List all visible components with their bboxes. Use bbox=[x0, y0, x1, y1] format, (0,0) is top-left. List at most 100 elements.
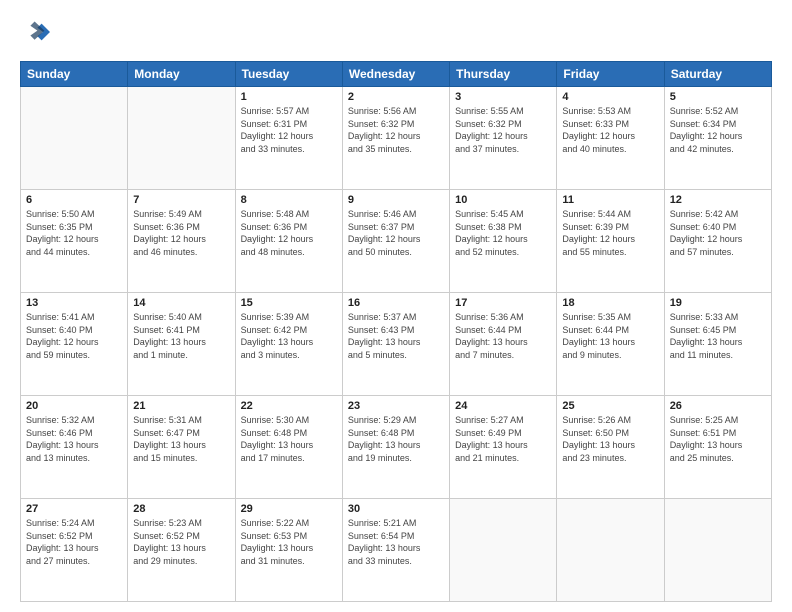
day-info: Sunrise: 5:27 AM Sunset: 6:49 PM Dayligh… bbox=[455, 414, 551, 464]
day-number: 3 bbox=[455, 91, 551, 103]
day-info: Sunrise: 5:37 AM Sunset: 6:43 PM Dayligh… bbox=[348, 311, 444, 361]
calendar-cell: 18 Sunrise: 5:35 AM Sunset: 6:44 PM Dayli… bbox=[557, 293, 664, 396]
day-info: Sunrise: 5:55 AM Sunset: 6:32 PM Dayligh… bbox=[455, 105, 551, 155]
day-number: 29 bbox=[241, 503, 337, 515]
calendar-cell: 3 Sunrise: 5:55 AM Sunset: 6:32 PM Daylig… bbox=[450, 87, 557, 190]
calendar-cell: 1 Sunrise: 5:57 AM Sunset: 6:31 PM Daylig… bbox=[235, 87, 342, 190]
day-info: Sunrise: 5:52 AM Sunset: 6:34 PM Dayligh… bbox=[670, 105, 766, 155]
day-number: 10 bbox=[455, 194, 551, 206]
day-number: 2 bbox=[348, 91, 444, 103]
day-info: Sunrise: 5:57 AM Sunset: 6:31 PM Dayligh… bbox=[241, 105, 337, 155]
day-number: 9 bbox=[348, 194, 444, 206]
calendar-cell: 11 Sunrise: 5:44 AM Sunset: 6:39 PM Dayli… bbox=[557, 190, 664, 293]
day-number: 27 bbox=[26, 503, 122, 515]
calendar-cell: 14Sunrise: 5:40 AM Sunset: 6:41 PM Dayli… bbox=[128, 293, 235, 396]
day-info: Sunrise: 5:44 AM Sunset: 6:39 PM Dayligh… bbox=[562, 208, 658, 258]
calendar-cell: 15Sunrise: 5:39 AM Sunset: 6:42 PM Dayli… bbox=[235, 293, 342, 396]
calendar-cell: 23 Sunrise: 5:29 AM Sunset: 6:48 PM Dayli… bbox=[342, 396, 449, 499]
calendar-cell: 26 Sunrise: 5:25 AM Sunset: 6:51 PM Dayli… bbox=[664, 396, 771, 499]
day-info: Sunrise: 5:48 AM Sunset: 6:36 PM Dayligh… bbox=[241, 208, 337, 258]
day-info: Sunrise: 5:25 AM Sunset: 6:51 PM Dayligh… bbox=[670, 414, 766, 464]
calendar-cell: 21 Sunrise: 5:31 AM Sunset: 6:47 PM Dayli… bbox=[128, 396, 235, 499]
day-info: Sunrise: 5:46 AM Sunset: 6:37 PM Dayligh… bbox=[348, 208, 444, 258]
day-number: 28 bbox=[133, 503, 229, 515]
calendar-cell: 5 Sunrise: 5:52 AM Sunset: 6:34 PM Daylig… bbox=[664, 87, 771, 190]
day-info: Sunrise: 5:29 AM Sunset: 6:48 PM Dayligh… bbox=[348, 414, 444, 464]
day-number: 7 bbox=[133, 194, 229, 206]
calendar-cell: 30 Sunrise: 5:21 AM Sunset: 6:54 PM Dayli… bbox=[342, 499, 449, 602]
calendar-cell: 7 Sunrise: 5:49 AM Sunset: 6:36 PM Daylig… bbox=[128, 190, 235, 293]
day-info: Sunrise: 5:21 AM Sunset: 6:54 PM Dayligh… bbox=[348, 517, 444, 567]
day-number: 14 bbox=[133, 297, 229, 309]
calendar-week-5: 27 Sunrise: 5:24 AM Sunset: 6:52 PM Dayli… bbox=[21, 499, 772, 602]
day-number: 30 bbox=[348, 503, 444, 515]
calendar-header-monday: Monday bbox=[128, 62, 235, 87]
day-number: 24 bbox=[455, 400, 551, 412]
day-info: Sunrise: 5:39 AM Sunset: 6:42 PM Dayligh… bbox=[241, 311, 337, 361]
calendar: SundayMondayTuesdayWednesdayThursdayFrid… bbox=[20, 61, 772, 602]
calendar-cell: 16 Sunrise: 5:37 AM Sunset: 6:43 PM Dayli… bbox=[342, 293, 449, 396]
day-info: Sunrise: 5:35 AM Sunset: 6:44 PM Dayligh… bbox=[562, 311, 658, 361]
day-number: 17 bbox=[455, 297, 551, 309]
calendar-week-3: 13 Sunrise: 5:41 AM Sunset: 6:40 PM Dayli… bbox=[21, 293, 772, 396]
calendar-cell bbox=[128, 87, 235, 190]
calendar-cell: 29Sunrise: 5:22 AM Sunset: 6:53 PM Dayli… bbox=[235, 499, 342, 602]
calendar-cell: 9 Sunrise: 5:46 AM Sunset: 6:37 PM Daylig… bbox=[342, 190, 449, 293]
day-info: Sunrise: 5:36 AM Sunset: 6:44 PM Dayligh… bbox=[455, 311, 551, 361]
calendar-cell: 8 Sunrise: 5:48 AM Sunset: 6:36 PM Daylig… bbox=[235, 190, 342, 293]
calendar-cell bbox=[664, 499, 771, 602]
day-number: 23 bbox=[348, 400, 444, 412]
calendar-header-thursday: Thursday bbox=[450, 62, 557, 87]
calendar-cell: 4 Sunrise: 5:53 AM Sunset: 6:33 PM Daylig… bbox=[557, 87, 664, 190]
day-info: Sunrise: 5:49 AM Sunset: 6:36 PM Dayligh… bbox=[133, 208, 229, 258]
calendar-cell: 24 Sunrise: 5:27 AM Sunset: 6:49 PM Dayli… bbox=[450, 396, 557, 499]
calendar-cell: 25 Sunrise: 5:26 AM Sunset: 6:50 PM Dayli… bbox=[557, 396, 664, 499]
day-info: Sunrise: 5:53 AM Sunset: 6:33 PM Dayligh… bbox=[562, 105, 658, 155]
calendar-cell: 6 Sunrise: 5:50 AM Sunset: 6:35 PM Daylig… bbox=[21, 190, 128, 293]
day-number: 22 bbox=[241, 400, 337, 412]
day-info: Sunrise: 5:24 AM Sunset: 6:52 PM Dayligh… bbox=[26, 517, 122, 567]
day-number: 8 bbox=[241, 194, 337, 206]
day-info: Sunrise: 5:41 AM Sunset: 6:40 PM Dayligh… bbox=[26, 311, 122, 361]
calendar-header-tuesday: Tuesday bbox=[235, 62, 342, 87]
day-number: 19 bbox=[670, 297, 766, 309]
day-number: 1 bbox=[241, 91, 337, 103]
calendar-cell bbox=[21, 87, 128, 190]
calendar-header-saturday: Saturday bbox=[664, 62, 771, 87]
calendar-header-friday: Friday bbox=[557, 62, 664, 87]
day-number: 26 bbox=[670, 400, 766, 412]
calendar-cell: 2Sunrise: 5:56 AM Sunset: 6:32 PM Daylig… bbox=[342, 87, 449, 190]
calendar-week-2: 6 Sunrise: 5:50 AM Sunset: 6:35 PM Daylig… bbox=[21, 190, 772, 293]
day-number: 12 bbox=[670, 194, 766, 206]
day-number: 25 bbox=[562, 400, 658, 412]
day-info: Sunrise: 5:26 AM Sunset: 6:50 PM Dayligh… bbox=[562, 414, 658, 464]
calendar-cell: 22 Sunrise: 5:30 AM Sunset: 6:48 PM Dayli… bbox=[235, 396, 342, 499]
day-info: Sunrise: 5:50 AM Sunset: 6:35 PM Dayligh… bbox=[26, 208, 122, 258]
day-number: 11 bbox=[562, 194, 658, 206]
day-number: 18 bbox=[562, 297, 658, 309]
day-info: Sunrise: 5:33 AM Sunset: 6:45 PM Dayligh… bbox=[670, 311, 766, 361]
calendar-week-4: 20Sunrise: 5:32 AM Sunset: 6:46 PM Dayli… bbox=[21, 396, 772, 499]
page: SundayMondayTuesdayWednesdayThursdayFrid… bbox=[0, 0, 792, 612]
calendar-cell bbox=[450, 499, 557, 602]
day-number: 20 bbox=[26, 400, 122, 412]
day-number: 5 bbox=[670, 91, 766, 103]
calendar-header-sunday: Sunday bbox=[21, 62, 128, 87]
logo bbox=[20, 18, 50, 51]
calendar-cell: 12Sunrise: 5:42 AM Sunset: 6:40 PM Dayli… bbox=[664, 190, 771, 293]
calendar-cell: 10Sunrise: 5:45 AM Sunset: 6:38 PM Dayli… bbox=[450, 190, 557, 293]
day-number: 13 bbox=[26, 297, 122, 309]
day-number: 4 bbox=[562, 91, 658, 103]
day-number: 6 bbox=[26, 194, 122, 206]
calendar-cell: 17 Sunrise: 5:36 AM Sunset: 6:44 PM Dayli… bbox=[450, 293, 557, 396]
day-info: Sunrise: 5:23 AM Sunset: 6:52 PM Dayligh… bbox=[133, 517, 229, 567]
day-number: 16 bbox=[348, 297, 444, 309]
calendar-cell: 28 Sunrise: 5:23 AM Sunset: 6:52 PM Dayli… bbox=[128, 499, 235, 602]
calendar-header-row: SundayMondayTuesdayWednesdayThursdayFrid… bbox=[21, 62, 772, 87]
day-info: Sunrise: 5:31 AM Sunset: 6:47 PM Dayligh… bbox=[133, 414, 229, 464]
calendar-cell: 27 Sunrise: 5:24 AM Sunset: 6:52 PM Dayli… bbox=[21, 499, 128, 602]
day-info: Sunrise: 5:30 AM Sunset: 6:48 PM Dayligh… bbox=[241, 414, 337, 464]
header bbox=[20, 18, 772, 51]
calendar-cell: 20Sunrise: 5:32 AM Sunset: 6:46 PM Dayli… bbox=[21, 396, 128, 499]
day-number: 21 bbox=[133, 400, 229, 412]
